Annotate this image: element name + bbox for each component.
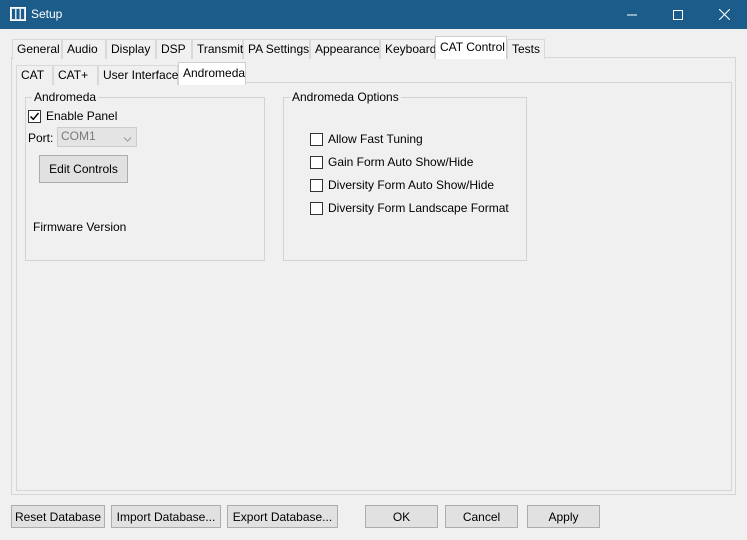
enable-panel-checkbox[interactable]: Enable Panel [28, 109, 117, 123]
maximize-button[interactable] [655, 0, 701, 29]
tab-andromeda[interactable]: Andromeda [178, 62, 246, 85]
diversity-form-auto-show-hide-checkbox[interactable]: Diversity Form Auto Show/Hide [310, 178, 494, 192]
andromeda-options-group-title: Andromeda Options [290, 90, 401, 104]
andromeda-group-title: Andromeda [32, 90, 99, 104]
export-database-button[interactable]: Export Database... [227, 505, 338, 528]
chevron-down-icon [123, 132, 132, 149]
enable-panel-check-box[interactable] [28, 109, 41, 123]
tab-cat-control[interactable]: CAT Control [435, 36, 507, 59]
tab-transmit[interactable]: Transmit [192, 39, 243, 59]
ok-button[interactable]: OK [365, 505, 438, 528]
apply-button[interactable]: Apply [527, 505, 600, 528]
tab-display[interactable]: Display [106, 39, 156, 59]
tab-user-interface[interactable]: User Interface [98, 65, 178, 85]
tab-tests[interactable]: Tests [507, 39, 545, 59]
gain-form-auto-show-hide-check-box[interactable] [310, 155, 323, 169]
minimize-icon [627, 10, 637, 20]
andromeda-options-group: Andromeda Options Allow Fast Tuning Gain… [283, 90, 527, 261]
tab-pa-settings[interactable]: PA Settings [243, 39, 310, 59]
window-title: Setup [31, 7, 63, 21]
port-label: Port: [28, 131, 54, 145]
diversity-form-auto-show-hide-label: Diversity Form Auto Show/Hide [328, 178, 495, 192]
andromeda-tab-page: Andromeda Enable Panel Port: COM1 Edit C… [16, 82, 732, 491]
minimize-button[interactable] [609, 0, 655, 29]
firmware-version-label: Firmware Version [33, 220, 127, 234]
cancel-button[interactable]: Cancel [445, 505, 518, 528]
allow-fast-tuning-check-box[interactable] [310, 132, 323, 146]
tab-cat-plus[interactable]: CAT+ [53, 65, 98, 85]
allow-fast-tuning-checkbox[interactable]: Allow Fast Tuning [310, 132, 423, 146]
tab-audio[interactable]: Audio [62, 39, 106, 59]
gain-form-auto-show-hide-label: Gain Form Auto Show/Hide [328, 155, 474, 169]
import-database-button[interactable]: Import Database... [111, 505, 221, 528]
tab-general[interactable]: General [12, 39, 62, 59]
tab-cat[interactable]: CAT [16, 65, 53, 85]
port-select-value: COM1 [61, 129, 96, 143]
diversity-form-landscape-format-checkbox[interactable]: Diversity Form Landscape Format [310, 201, 509, 215]
maximize-icon [673, 9, 683, 20]
setup-app-icon [10, 6, 26, 22]
diversity-form-landscape-format-check-box[interactable] [310, 201, 323, 215]
tab-keyboard[interactable]: Keyboard [380, 39, 436, 59]
reset-database-button[interactable]: Reset Database [11, 505, 105, 528]
close-icon [718, 9, 730, 20]
port-select[interactable]: COM1 [57, 127, 137, 147]
diversity-form-auto-show-hide-check-box[interactable] [310, 178, 323, 192]
close-button[interactable] [701, 0, 747, 29]
diversity-form-landscape-format-label: Diversity Form Landscape Format [328, 201, 509, 215]
edit-controls-button[interactable]: Edit Controls [39, 155, 128, 183]
enable-panel-label: Enable Panel [46, 109, 118, 123]
tab-dsp[interactable]: DSP [156, 39, 192, 59]
gain-form-auto-show-hide-checkbox[interactable]: Gain Form Auto Show/Hide [310, 155, 473, 169]
andromeda-group: Andromeda Enable Panel Port: COM1 Edit C… [25, 90, 265, 261]
tab-appearance[interactable]: Appearance [310, 39, 380, 59]
checkmark-icon [30, 112, 40, 120]
title-bar: Setup [0, 0, 747, 29]
allow-fast-tuning-label: Allow Fast Tuning [328, 132, 423, 146]
